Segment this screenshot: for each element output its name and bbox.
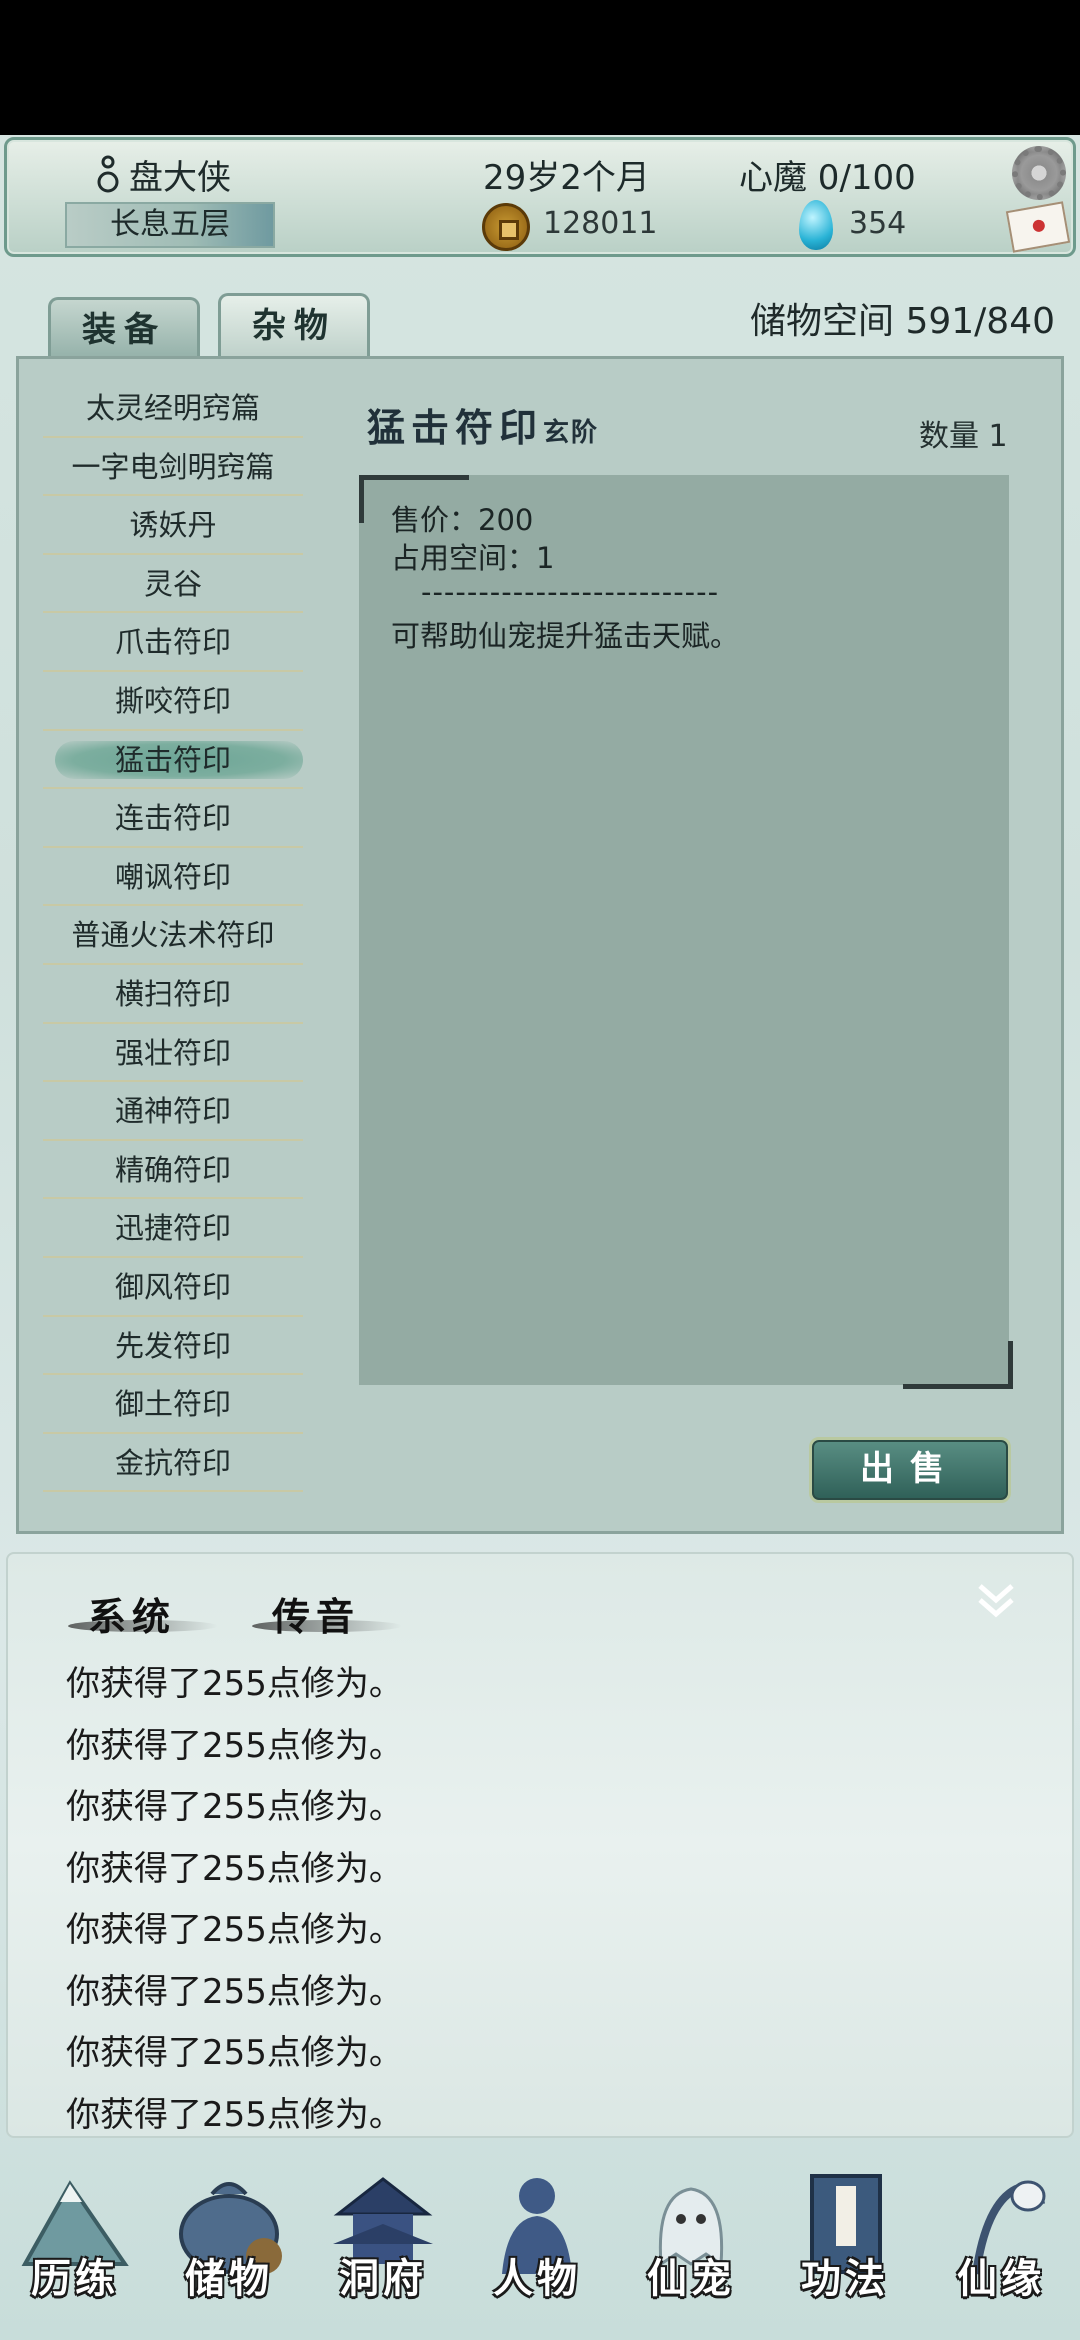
mail-icon[interactable] [1005,201,1071,253]
item-quantity: 数量 1 [919,419,1008,454]
tab-equipment[interactable]: 装备 [48,297,200,359]
log-lines: 你获得了255点修为。 你获得了255点修为。 你获得了255点修为。 你获得了… [66,1654,403,2146]
gear-icon[interactable] [1012,146,1066,200]
nav-storage[interactable]: 储物 [154,2150,304,2330]
item-price: 售价：200 [391,503,534,537]
log-line: 你获得了255点修为。 [66,1725,403,1766]
list-item[interactable]: 爪击符印 [43,613,303,672]
log-line: 你获得了255点修为。 [66,1971,403,2012]
item-title: 猛击符印玄阶 [367,397,599,452]
nav-character[interactable]: 人物 [462,2150,612,2330]
log-line: 你获得了255点修为。 [66,1664,403,1704]
realm-badge: 长息五层 [65,202,275,248]
list-item[interactable]: 连击符印 [43,789,303,848]
item-grade: 玄阶 [543,418,600,448]
list-item[interactable]: 嘲讽符印 [43,848,303,907]
storage-capacity: 储物空间 591/840 [750,301,1055,342]
list-item[interactable]: 通神符印 [43,1082,303,1141]
list-item[interactable]: 普通火法术符印 [43,906,303,965]
list-item[interactable]: 御土符印 [43,1375,303,1434]
nav-skills[interactable]: 功法 [770,2150,920,2330]
coin-count: 128011 [543,206,658,241]
log-line: 你获得了255点修为。 [66,2094,403,2135]
list-item[interactable]: 撕咬符印 [43,672,303,731]
sell-button[interactable]: 出售 [809,1437,1011,1503]
divider: -------------------------- [421,575,720,609]
log-line: 你获得了255点修为。 [66,1787,403,1827]
list-item[interactable]: 精确符印 [43,1141,303,1200]
nav-label: 历练 [31,2255,119,2302]
log-line: 你获得了255点修为。 [66,1848,403,1889]
spirit-stone-count: 354 [849,206,907,241]
frame-corner [903,1341,1013,1389]
nav-label: 洞府 [339,2255,427,2302]
coin-icon [482,203,530,251]
nav-label: 储物 [185,2255,273,2302]
nav-label: 人物 [493,2255,581,2302]
nav-label: 仙缘 [957,2255,1045,2302]
list-item[interactable]: 一字电剑明窍篇 [43,438,303,497]
list-item[interactable]: 迅捷符印 [43,1199,303,1258]
item-list[interactable]: 太灵经明窍篇 一字电剑明窍篇 诱妖丹 灵谷 爪击符印 撕咬符印 猛击符印 连击符… [43,379,303,1511]
screen: 盘大侠 长息五层 29岁2个月 128011 心魔 0/100 354 装备 杂… [0,0,1080,2340]
list-item[interactable]: 先发符印 [43,1317,303,1376]
inventory-panel: 太灵经明窍篇 一字电剑明窍篇 诱妖丹 灵谷 爪击符印 撕咬符印 猛击符印 连击符… [16,356,1064,1534]
tab-message[interactable]: 传音 [272,1586,360,1641]
list-item-selected[interactable]: 猛击符印 [43,731,303,790]
bottom-nav: 历练 储物 洞府 人物 仙宠 功法 仙缘 [0,2140,1080,2340]
spirit-stone-icon [799,200,833,250]
list-item[interactable]: 灵谷 [43,555,303,614]
player-header: 盘大侠 长息五层 29岁2个月 128011 心魔 0/100 354 [4,137,1076,257]
item-space: 占用空间：1 [391,541,555,575]
tab-misc[interactable]: 杂物 [218,293,370,359]
item-name: 猛击符印 [367,405,544,450]
item-description: 可帮助仙宠提升猛击天赋。 [391,619,740,653]
nav-cave[interactable]: 洞府 [308,2150,458,2330]
list-item[interactable]: 太灵经明窍篇 [43,379,303,438]
status-bar [0,0,1080,135]
chevron-down-icon[interactable] [972,1576,1020,1624]
message-log: 系统 传音 你获得了255点修为。 你获得了255点修为。 你获得了255点修为… [6,1552,1074,2138]
log-line: 你获得了255点修为。 [66,2033,403,2073]
list-item[interactable]: 诱妖丹 [43,496,303,555]
list-item[interactable]: 强壮符印 [43,1024,303,1083]
heart-demon-value: 心魔 0/100 [739,158,916,198]
log-line: 你获得了255点修为。 [66,1910,403,1950]
nav-label: 功法 [801,2255,889,2302]
list-item[interactable]: 金抗符印 [43,1434,303,1493]
nav-label: 仙宠 [647,2255,735,2302]
player-age: 29岁2个月 [483,158,650,198]
nav-fate[interactable]: 仙缘 [926,2150,1076,2330]
item-description-box: 售价：200 占用空间：1 --------------------------… [359,475,1013,1389]
gourd-icon [97,155,119,193]
list-item[interactable]: 御风符印 [43,1258,303,1317]
list-item[interactable]: 横扫符印 [43,965,303,1024]
player-name: 盘大侠 [129,158,231,198]
nav-training[interactable]: 历练 [0,2150,150,2330]
nav-pet[interactable]: 仙宠 [616,2150,766,2330]
tab-system[interactable]: 系统 [88,1586,176,1641]
